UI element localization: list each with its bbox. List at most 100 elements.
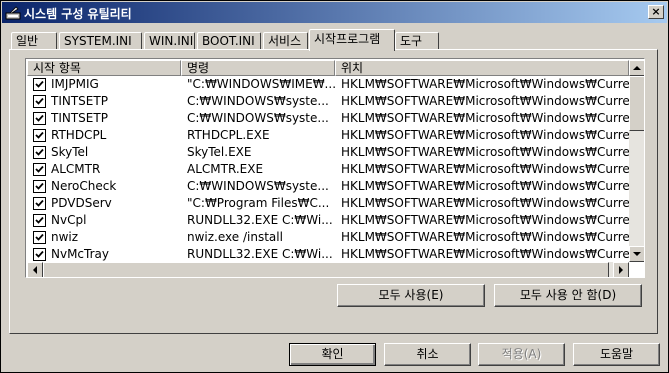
arrow-left-icon	[33, 266, 37, 274]
msconfig-app-icon	[5, 6, 21, 20]
scroll-down-button[interactable]	[629, 246, 644, 262]
checkmark-icon	[35, 199, 44, 207]
tab-startup[interactable]: 시작프로그램	[309, 29, 395, 51]
arrow-right-icon	[619, 266, 623, 274]
startup-item-command: ALCMTR.EXE	[187, 162, 264, 176]
startup-item-command: C:₩WINDOWS₩syste...	[187, 111, 329, 125]
cancel-button[interactable]: 취소	[384, 343, 471, 366]
apply-button[interactable]: 적용(A)	[478, 343, 565, 366]
column-header-command[interactable]: 명령	[181, 60, 335, 76]
startup-item-command: nwiz.exe /install	[187, 230, 283, 244]
startup-item-name: nwiz	[51, 230, 79, 244]
startup-item-location: HKLM₩SOFTWARE₩Microsoft₩Windows₩Curre...	[341, 128, 629, 142]
startup-item-name: RTHDCPL	[51, 128, 107, 142]
startup-item-location: HKLM₩SOFTWARE₩Microsoft₩Windows₩Curre...	[341, 179, 629, 193]
scroll-left-button[interactable]	[27, 262, 43, 277]
startup-item-name: TINTSETP	[51, 111, 108, 125]
startup-list[interactable]: 시작 항목 명령 위치 IMJPMIG "C:₩WINDOWS₩IME₩... HK…	[25, 58, 645, 278]
vertical-scrollbar[interactable]	[629, 60, 644, 262]
column-header-location[interactable]: 위치	[335, 60, 629, 76]
enable-all-button[interactable]: 모두 사용(E)	[337, 284, 485, 307]
startup-item-name: PDVDServ	[51, 196, 112, 210]
checkmark-icon	[35, 250, 44, 258]
startup-item-location: HKLM₩SOFTWARE₩Microsoft₩Windows₩Curre...	[341, 94, 629, 108]
table-row[interactable]: TINTSETP C:₩WINDOWS₩syste... HKLM₩SOFTWARE…	[27, 93, 629, 110]
disable-all-button[interactable]: 모두 사용 안 함(D)	[494, 284, 642, 307]
arrow-down-icon	[633, 252, 641, 256]
checkmark-icon	[35, 131, 44, 139]
ok-button[interactable]: 확인	[289, 343, 376, 366]
startup-item-checkbox[interactable]	[33, 146, 46, 159]
tab-boot-ini[interactable]: BOOT.INI	[197, 32, 261, 50]
startup-item-name: TINTSETP	[51, 94, 108, 108]
tab-services[interactable]: 서비스	[263, 32, 308, 50]
checkmark-icon	[35, 182, 44, 190]
checkmark-icon	[35, 233, 44, 241]
checkmark-icon	[35, 165, 44, 173]
checkmark-icon	[35, 80, 44, 88]
startup-item-location: HKLM₩SOFTWARE₩Microsoft₩Windows₩Curre...	[341, 196, 629, 210]
startup-item-command: SkyTel.EXE	[187, 145, 252, 159]
list-rows: IMJPMIG "C:₩WINDOWS₩IME₩... HKLM₩SOFTWARE₩…	[27, 76, 629, 263]
startup-item-checkbox[interactable]	[33, 129, 46, 142]
table-row[interactable]: IMJPMIG "C:₩WINDOWS₩IME₩... HKLM₩SOFTWARE₩…	[27, 76, 629, 93]
startup-item-name: ALCMTR	[51, 162, 101, 176]
startup-item-command: C:₩WINDOWS₩syste...	[187, 94, 329, 108]
startup-item-checkbox[interactable]	[33, 163, 46, 176]
startup-item-name: NvCpl	[51, 213, 87, 227]
horizontal-scrollbar[interactable]	[27, 262, 629, 277]
checkmark-icon	[35, 148, 44, 156]
tab-win-ini[interactable]: WIN.INI	[144, 32, 195, 50]
table-row[interactable]: nwiz nwiz.exe /install HKLM₩SOFTWARE₩Micro…	[27, 229, 629, 246]
startup-item-checkbox[interactable]	[33, 95, 46, 108]
title-bar[interactable]: 시스템 구성 유틸리티 ×	[2, 2, 667, 23]
window-title: 시스템 구성 유틸리티	[24, 7, 132, 21]
startup-item-name: NeroCheck	[51, 179, 117, 193]
checkmark-icon	[35, 97, 44, 105]
table-row[interactable]: TINTSETP C:₩WINDOWS₩syste... HKLM₩SOFTWARE…	[27, 110, 629, 127]
startup-item-command: "C:₩WINDOWS₩IME₩...	[187, 77, 335, 91]
table-row[interactable]: PDVDServ "C:₩Program Files₩C... HKLM₩SOFTW…	[27, 195, 629, 212]
startup-item-checkbox[interactable]	[33, 180, 46, 193]
startup-item-checkbox[interactable]	[33, 214, 46, 227]
scroll-right-button[interactable]	[613, 262, 629, 277]
startup-item-location: HKLM₩SOFTWARE₩Microsoft₩Windows₩Curre...	[341, 247, 629, 261]
startup-item-checkbox[interactable]	[33, 112, 46, 125]
table-row[interactable]: NvCpl RUNDLL32.EXE C:₩Wi... HKLM₩SOFTWARE₩…	[27, 212, 629, 229]
table-row[interactable]: ALCMTR ALCMTR.EXE HKLM₩SOFTWARE₩Microsoft₩…	[27, 161, 629, 178]
startup-item-checkbox[interactable]	[33, 248, 46, 261]
system-config-window: 시스템 구성 유틸리티 × 일반 SYSTEM.INI WIN.INI BOOT…	[0, 0, 669, 373]
tab-general[interactable]: 일반	[11, 32, 57, 50]
help-button[interactable]: 도움말	[573, 343, 660, 366]
startup-item-location: HKLM₩SOFTWARE₩Microsoft₩Windows₩Curre...	[341, 111, 629, 125]
arrow-up-icon	[633, 66, 641, 70]
startup-item-command: "C:₩Program Files₩C...	[187, 196, 330, 210]
table-row[interactable]: NvMcTray RUNDLL32.EXE C:₩Wi... HKLM₩SOFTWA…	[27, 246, 629, 263]
checkmark-icon	[35, 114, 44, 122]
scroll-up-button[interactable]	[629, 60, 644, 76]
startup-item-command: RUNDLL32.EXE C:₩Wi...	[187, 213, 333, 227]
startup-item-command: RUNDLL32.EXE C:₩Wi...	[187, 247, 333, 261]
checkmark-icon	[35, 216, 44, 224]
startup-item-location: HKLM₩SOFTWARE₩Microsoft₩Windows₩Curre...	[341, 145, 629, 159]
startup-item-name: SkyTel	[51, 145, 89, 159]
horizontal-scroll-thumb[interactable]	[43, 262, 609, 277]
startup-item-name: NvMcTray	[51, 247, 109, 261]
startup-item-location: HKLM₩SOFTWARE₩Microsoft₩Windows₩Curre...	[341, 77, 629, 91]
startup-item-location: HKLM₩SOFTWARE₩Microsoft₩Windows₩Curre...	[341, 213, 629, 227]
vertical-scroll-thumb[interactable]	[629, 76, 644, 131]
startup-item-command: C:₩WINDOWS₩syste...	[187, 179, 329, 193]
table-row[interactable]: NeroCheck C:₩WINDOWS₩syste... HKLM₩SOFTWAR…	[27, 178, 629, 195]
close-button[interactable]: ×	[648, 5, 664, 19]
list-header: 시작 항목 명령 위치	[27, 60, 629, 76]
startup-item-checkbox[interactable]	[33, 78, 46, 91]
tab-system-ini[interactable]: SYSTEM.INI	[59, 32, 142, 50]
column-header-startup-item[interactable]: 시작 항목	[27, 60, 181, 76]
startup-item-name: IMJPMIG	[51, 77, 99, 91]
startup-item-location: HKLM₩SOFTWARE₩Microsoft₩Windows₩Curre...	[341, 230, 629, 244]
tab-tools[interactable]: 도구	[395, 32, 439, 50]
table-row[interactable]: RTHDCPL RTHDCPL.EXE HKLM₩SOFTWARE₩Microsof…	[27, 127, 629, 144]
table-row[interactable]: SkyTel SkyTel.EXE HKLM₩SOFTWARE₩Microsoft₩…	[27, 144, 629, 161]
startup-item-checkbox[interactable]	[33, 197, 46, 210]
startup-item-checkbox[interactable]	[33, 231, 46, 244]
